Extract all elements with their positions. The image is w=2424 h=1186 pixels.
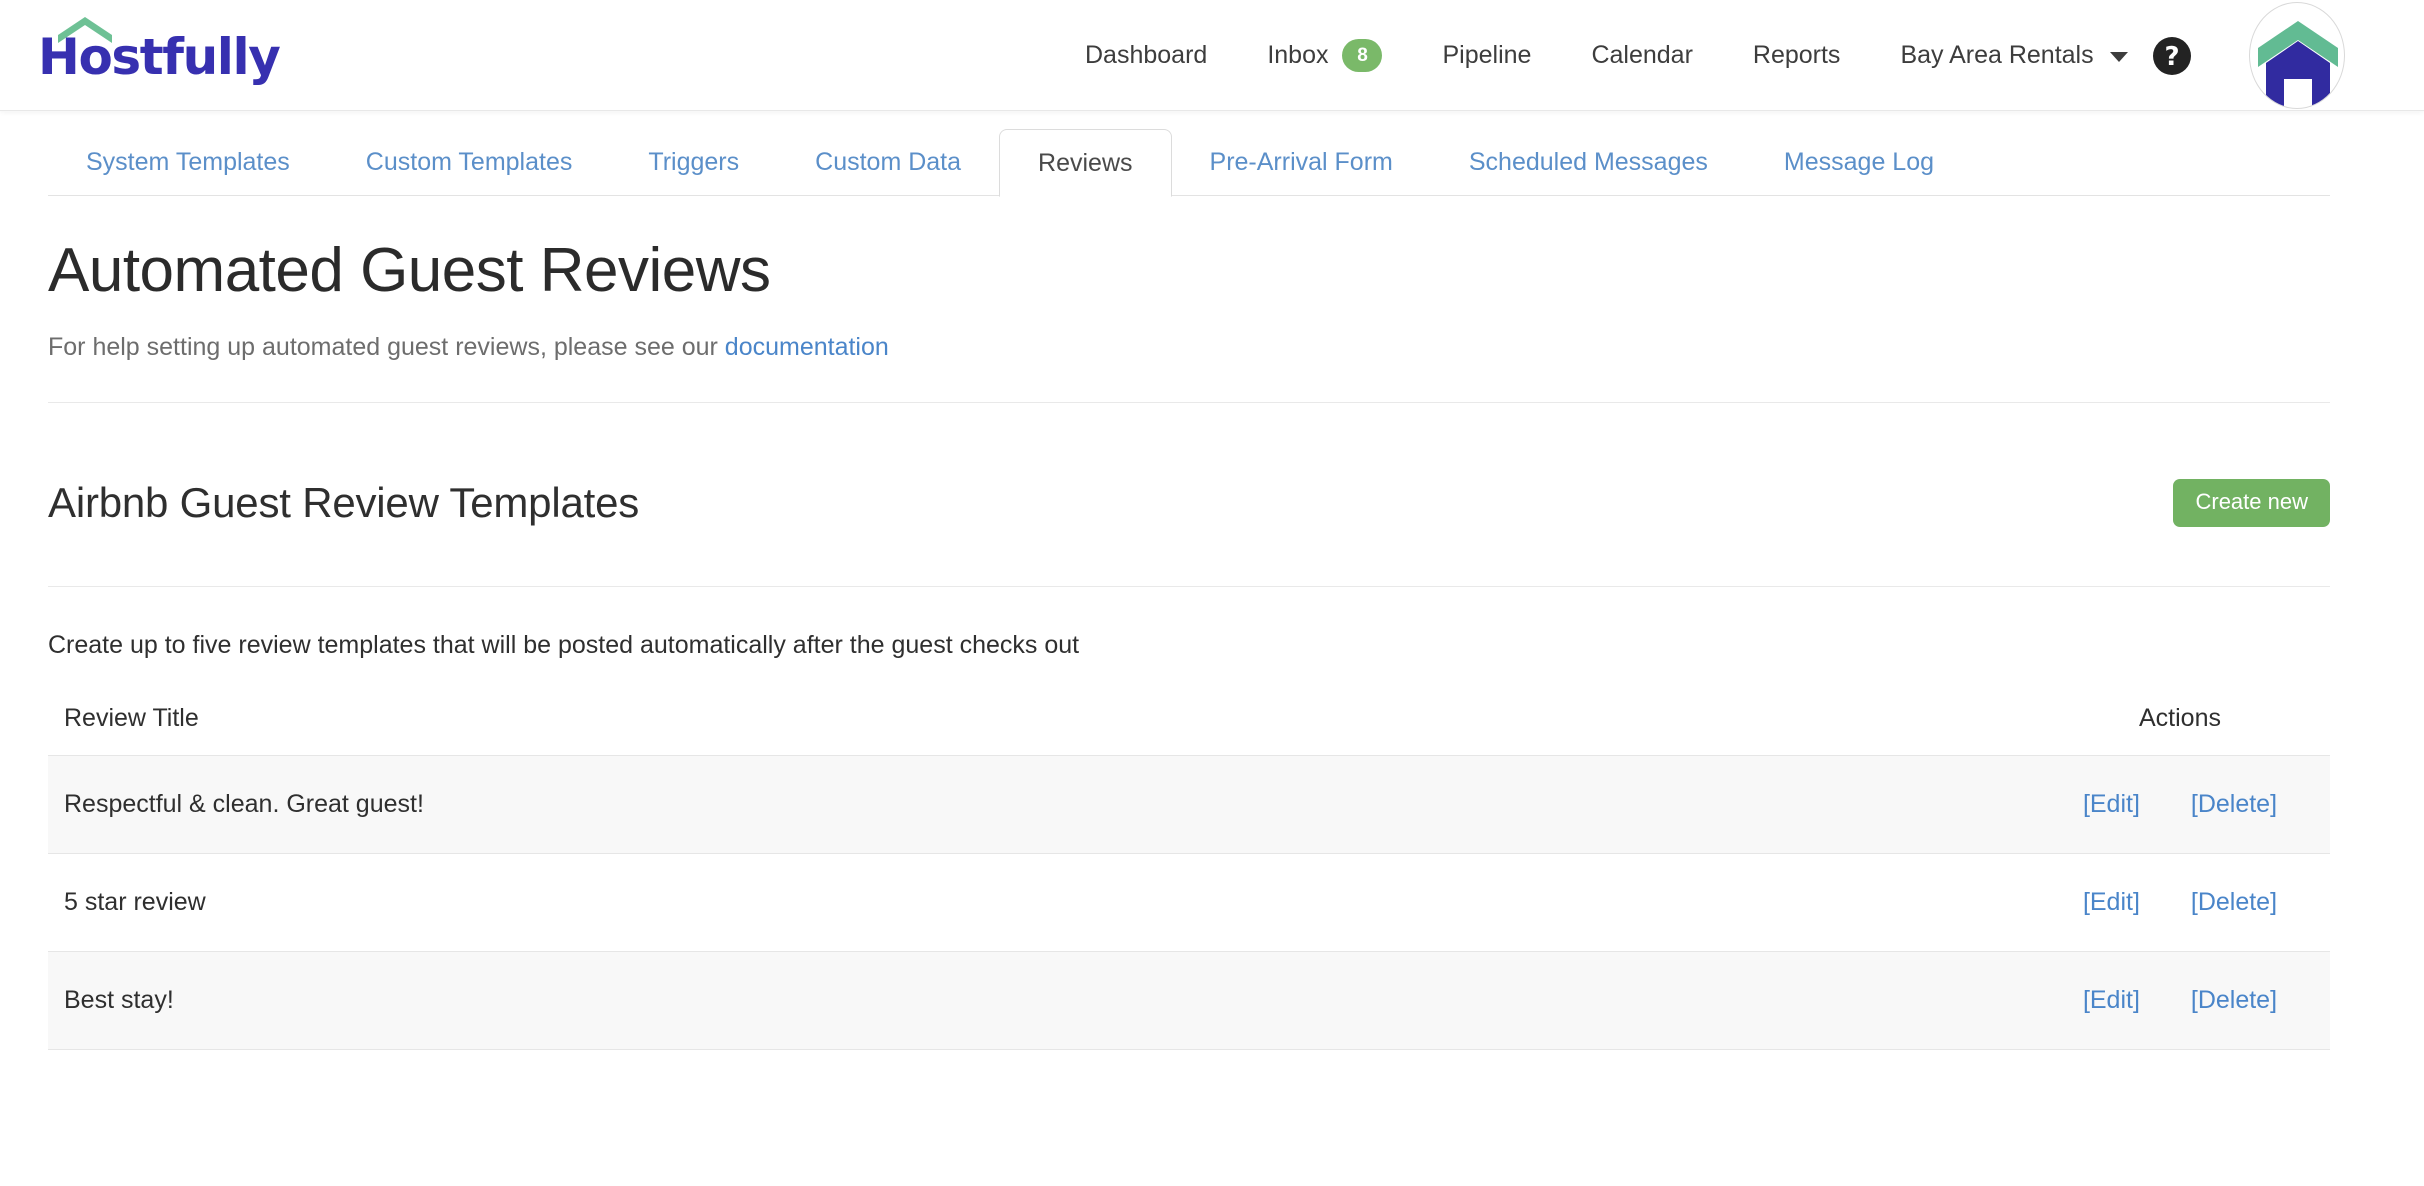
page-title: Automated Guest Reviews (48, 238, 2330, 303)
tab-system-templates[interactable]: System Templates (48, 128, 328, 196)
table-body: Respectful & clean. Great guest! [Edit] … (48, 756, 2330, 1050)
tab-label: Triggers (648, 148, 739, 177)
column-header-actions: Actions (2030, 690, 2330, 756)
section-tabs: System Templates Custom Templates Trigge… (0, 111, 2424, 196)
column-header-review-title: Review Title (48, 690, 2030, 756)
table-header-row: Review Title Actions (48, 690, 2330, 756)
nav-label: Reports (1753, 41, 1841, 70)
section-title: Airbnb Guest Review Templates (48, 479, 639, 527)
tab-message-log[interactable]: Message Log (1746, 128, 1972, 196)
row-actions: [Edit] [Delete] (2030, 952, 2330, 1050)
documentation-link[interactable]: documentation (725, 333, 889, 361)
tab-label: Message Log (1784, 148, 1934, 177)
inbox-unread-badge: 8 (1342, 39, 1382, 72)
delete-link[interactable]: [Delete] (2169, 888, 2299, 916)
tab-triggers[interactable]: Triggers (610, 128, 777, 196)
nav-label: Calendar (1591, 41, 1692, 70)
tab-label: Reviews (1038, 149, 1132, 178)
tab-label: Pre-Arrival Form (1210, 148, 1393, 177)
chevron-down-icon (2110, 52, 2128, 62)
brand-logo[interactable]: Hostfully (38, 17, 234, 87)
delete-link[interactable]: [Delete] (2169, 986, 2299, 1014)
table-row: Respectful & clean. Great guest! [Edit] … (48, 756, 2330, 854)
hostfully-house-avatar-icon (2250, 3, 2345, 109)
tab-custom-data[interactable]: Custom Data (777, 128, 999, 196)
edit-link[interactable]: [Edit] (2061, 888, 2162, 916)
tab-pre-arrival-form[interactable]: Pre-Arrival Form (1172, 128, 1431, 196)
page-subtitle-text: For help setting up automated guest revi… (48, 333, 725, 361)
user-avatar[interactable] (2249, 2, 2345, 109)
brand-wordmark: Hostfully (38, 32, 279, 82)
page-content: Automated Guest Reviews For help setting… (0, 238, 2424, 1050)
tab-reviews[interactable]: Reviews (999, 129, 1171, 197)
nav-label: Inbox (1267, 41, 1328, 70)
edit-link[interactable]: [Edit] (2061, 986, 2162, 1014)
nav-label: Dashboard (1085, 41, 1207, 70)
tab-scheduled-messages[interactable]: Scheduled Messages (1431, 128, 1746, 196)
divider-top (48, 402, 2330, 403)
tab-label: Custom Templates (366, 148, 573, 177)
table-head: Review Title Actions (48, 690, 2330, 756)
table-row: Best stay! [Edit] [Delete] (48, 952, 2330, 1050)
tab-label: Custom Data (815, 148, 961, 177)
nav-label: Pipeline (1442, 41, 1531, 70)
review-templates-table: Review Title Actions Respectful & clean.… (48, 690, 2330, 1050)
nav-item-reports[interactable]: Reports (1723, 41, 1871, 70)
tab-label: Scheduled Messages (1469, 148, 1708, 177)
divider-section (48, 586, 2330, 587)
help-button[interactable]: ? (2150, 34, 2194, 78)
page-subtitle: For help setting up automated guest revi… (48, 333, 2330, 362)
review-title-cell: Best stay! (48, 952, 2030, 1050)
account-switcher[interactable]: Bay Area Rentals (1870, 41, 2157, 70)
nav-item-calendar[interactable]: Calendar (1561, 41, 1722, 70)
nav-item-inbox[interactable]: Inbox 8 (1237, 39, 1412, 72)
top-header: Hostfully Dashboard Inbox 8 Pipeline Cal… (0, 0, 2424, 111)
table-note: Create up to five review templates that … (48, 631, 2330, 660)
tab-custom-templates[interactable]: Custom Templates (328, 128, 611, 196)
review-title-cell: Respectful & clean. Great guest! (48, 756, 2030, 854)
edit-link[interactable]: [Edit] (2061, 790, 2162, 818)
table-row: 5 star review [Edit] [Delete] (48, 854, 2330, 952)
account-label: Bay Area Rentals (1900, 41, 2093, 70)
row-actions: [Edit] [Delete] (2030, 854, 2330, 952)
brand-mark: Hostfully (38, 17, 234, 87)
question-mark-circle-icon: ? (2150, 34, 2194, 78)
create-new-button[interactable]: Create new (2173, 479, 2330, 527)
row-actions: [Edit] [Delete] (2030, 756, 2330, 854)
review-title-cell: 5 star review (48, 854, 2030, 952)
tab-label: System Templates (86, 148, 290, 177)
delete-link[interactable]: [Delete] (2169, 790, 2299, 818)
nav-item-pipeline[interactable]: Pipeline (1412, 41, 1561, 70)
nav-item-dashboard[interactable]: Dashboard (1055, 41, 1237, 70)
main-navigation: Dashboard Inbox 8 Pipeline Calendar Repo… (1055, 0, 2158, 111)
section-header: Airbnb Guest Review Templates Create new (48, 477, 2330, 529)
svg-text:?: ? (2164, 42, 2179, 72)
